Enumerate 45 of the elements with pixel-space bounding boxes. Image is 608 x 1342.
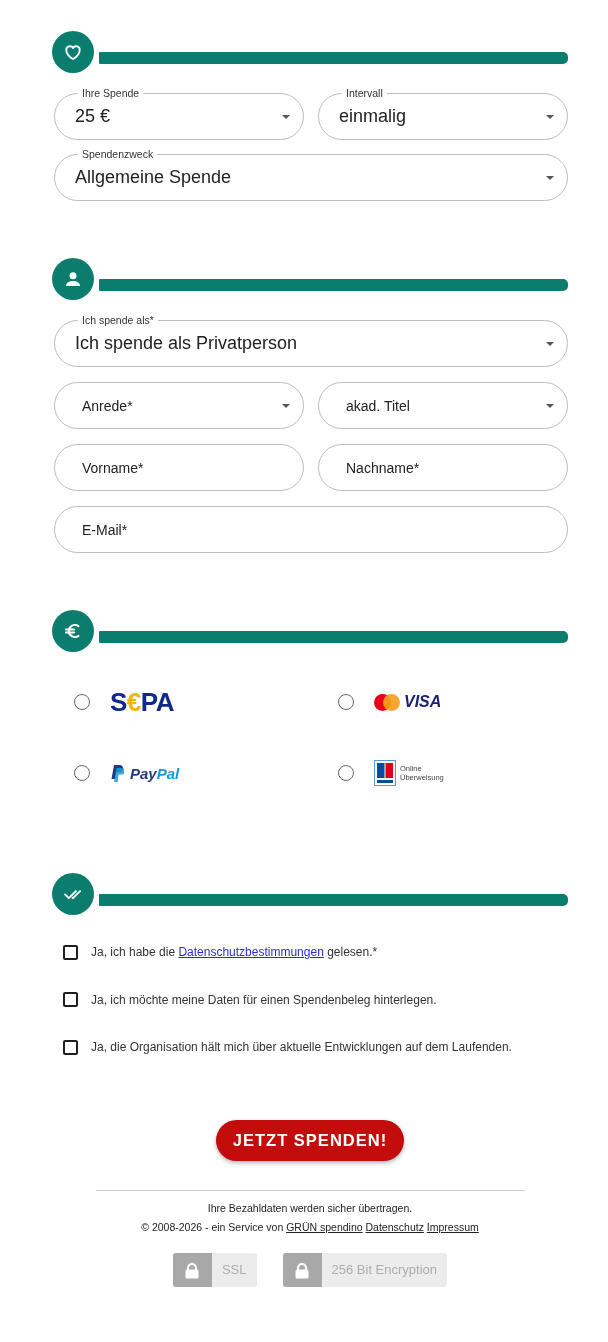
- security-note: Ihre Bezahldaten werden sicher übertragen.: [207, 1201, 413, 1216]
- radio-button[interactable]: [338, 694, 354, 710]
- payment-logo-text: PayPal: [130, 764, 180, 782]
- euro-icon: [52, 610, 94, 652]
- text-field[interactable]: Vorname*: [54, 444, 304, 491]
- dropdown[interactable]: Intervall einmalig: [318, 87, 568, 140]
- payment-logo-text: VISA: [404, 693, 442, 711]
- radio-button[interactable]: [338, 765, 354, 781]
- checkbox[interactable]: [63, 944, 78, 960]
- security-label: 256 Bit Encryption: [330, 1261, 439, 1279]
- dropdown[interactable]: Spendenzweck Allgemeine Spende: [54, 148, 568, 201]
- dropdown[interactable]: Ihre Spende 25 €: [54, 87, 304, 140]
- footer-link[interactable]: Impressum: [426, 1221, 479, 1233]
- lock-icon: [282, 1253, 322, 1287]
- text-field[interactable]: E-Mail*: [54, 506, 568, 553]
- consent-text: Ja, die Organisation hält mich über aktuelle Entwicklungen auf dem Laufenden.: [91, 1040, 512, 1054]
- consent-text: Ja, ich habe die Datenschutzbestimmungen gelesen.*: [91, 945, 378, 959]
- caret-icon: [546, 403, 554, 408]
- overlapping-circles-icon: [374, 693, 400, 711]
- caret-icon: [546, 341, 554, 346]
- radio-button[interactable]: [74, 765, 90, 781]
- radio-button[interactable]: [74, 694, 90, 710]
- double-check-icon: [52, 873, 94, 915]
- dropdown[interactable]: Ich spende als* Ich spende als Privatperson: [54, 314, 568, 367]
- footer-link[interactable]: GRÜN spendino: [286, 1221, 363, 1233]
- caret-icon: [546, 114, 554, 119]
- donate-button[interactable]: JETZT SPENDEN!: [215, 1120, 405, 1161]
- person-icon: [52, 258, 94, 300]
- checkbox[interactable]: [63, 992, 78, 1007]
- caret-icon: [282, 114, 290, 119]
- checkbox[interactable]: [63, 1039, 78, 1055]
- privacy-link[interactable]: Datenschutzbestimmungen: [178, 945, 324, 959]
- text-field[interactable]: Nachname*: [318, 444, 568, 491]
- security-label: SSL: [220, 1261, 248, 1279]
- p-mark-icon: [110, 764, 124, 782]
- footer-link[interactable]: Datenschutz: [365, 1221, 424, 1233]
- copyright-text: © 2008-2026 - ein Service von GRÜN spendino Datenschutz Impressum: [141, 1220, 479, 1235]
- lock-icon: [172, 1253, 212, 1287]
- bank-tile-icon: [374, 760, 396, 786]
- dropdown[interactable]: Anrede*: [54, 382, 304, 429]
- caret-icon: [282, 403, 290, 408]
- dropdown[interactable]: akad. Titel: [318, 382, 568, 429]
- payment-logo-text: S€PA: [110, 689, 174, 715]
- caret-icon: [546, 175, 554, 180]
- consent-text: Ja, ich möchte meine Daten für einen Spendenbeleg hinterlegen.: [91, 992, 437, 1007]
